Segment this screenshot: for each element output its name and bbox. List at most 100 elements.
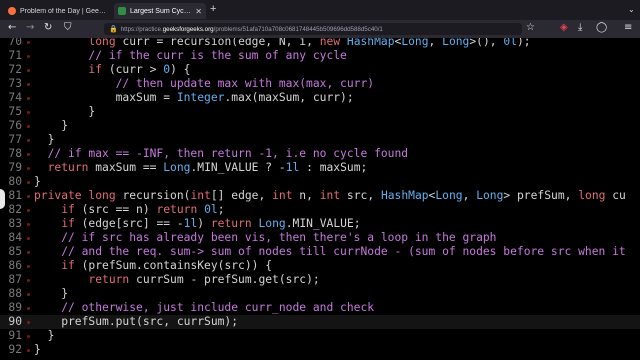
code-line[interactable]: 76 } [0, 119, 640, 133]
code-line[interactable]: 83 if (edge[src] == -1l) return Long.MIN… [0, 217, 640, 231]
breakpoint-dot[interactable] [27, 321, 30, 324]
url-domain: geeksforgeeks.org [162, 25, 214, 33]
close-tab-icon[interactable]: ✕ [195, 7, 202, 16]
navigation-bar: ← → ↻ ⛉ 🔒 https://practice. geeksforgeeks… [0, 20, 640, 38]
code-line[interactable]: 71 // if the curr is the sum of any cycl… [0, 49, 640, 63]
fold-marker [0, 189, 5, 209]
menu-icon[interactable]: ≡ [624, 22, 632, 33]
code-line[interactable]: 80} [0, 175, 640, 189]
code-line[interactable]: 84 // if src has already been vis, then … [0, 231, 640, 245]
breakpoint-dot[interactable] [27, 97, 30, 100]
tab-title: Largest Sum Cycle | Practice | G... [130, 7, 191, 15]
tab-largest-sum-cycle[interactable]: Largest Sum Cycle | Practice | G... ✕ [114, 3, 206, 19]
breakpoint-dot[interactable] [27, 237, 30, 240]
code-text: } [34, 133, 55, 146]
breakpoint-dot[interactable] [27, 251, 30, 254]
code-line[interactable]: 91 } [0, 329, 640, 343]
account-icon[interactable]: ◯ [596, 22, 607, 33]
tab-problem-of-the-day[interactable]: Problem of the Day | GeeksforGeeks [4, 3, 110, 19]
code-text: private long recursion(int[] edge, int n… [34, 189, 626, 202]
back-icon[interactable]: ← [8, 22, 16, 33]
code-text: if (src == n) return 0l; [61, 203, 225, 216]
code-line[interactable]: 79 return maxSum == Long.MIN_VALUE ? -1l… [0, 161, 640, 175]
code-line[interactable]: 75 } [0, 105, 640, 119]
reload-icon[interactable]: ↻ [44, 22, 52, 33]
breakpoint-dot[interactable] [27, 335, 30, 338]
breakpoint-dot[interactable] [27, 167, 30, 170]
code-text: return maxSum == Long.MIN_VALUE ? -1l : … [47, 161, 368, 174]
download-icon[interactable]: ⤓ [578, 22, 582, 33]
breakpoint-dot[interactable] [27, 279, 30, 282]
breakpoint-dot[interactable] [27, 41, 30, 44]
code-line[interactable]: 87 return currSum - prefSum.get(src); [0, 273, 640, 287]
breakpoint-dot[interactable] [27, 69, 30, 72]
code-line[interactable]: 70 long curr = recursion(edge, N, i, new… [0, 38, 640, 49]
breakpoint-dot[interactable] [27, 139, 30, 142]
bookmark-star-icon[interactable]: ☆ [526, 22, 535, 33]
code-text: } [34, 119, 69, 132]
line-number: 79 [8, 161, 22, 174]
code-text: // otherwise, just include curr_node and… [34, 301, 375, 314]
line-number: 78 [8, 147, 22, 160]
line-number: 88 [8, 287, 22, 300]
breakpoint-dot[interactable] [27, 293, 30, 296]
firefox-icon [8, 7, 16, 15]
code-line[interactable]: 74 maxSum = Integer.max(maxSum, curr); [0, 91, 640, 105]
pocket-icon[interactable]: ◈ [560, 22, 568, 33]
code-line[interactable]: 92} [0, 343, 640, 357]
tab-bar: Problem of the Day | GeeksforGeeks Large… [0, 0, 640, 20]
forward-icon[interactable]: → [26, 22, 34, 33]
new-tab-button[interactable]: + [210, 3, 216, 15]
breakpoint-dot[interactable] [27, 111, 30, 114]
code-text: } [34, 105, 96, 118]
line-number: 85 [8, 245, 22, 258]
line-number: 91 [8, 329, 22, 342]
url-path: /problems/51afa710a708c0681748445b509696… [213, 25, 383, 33]
tab-list-chevron-icon[interactable]: ⌄ [628, 5, 635, 14]
code-text: maxSum = Integer.max(maxSum, curr); [34, 91, 354, 104]
code-line[interactable]: 88 } [0, 287, 640, 301]
geeksforgeeks-icon [118, 7, 126, 15]
line-number: 70 [8, 38, 22, 48]
code-text: // if max == -INF, then return -1, i.e n… [34, 147, 409, 160]
code-text: if (edge[src] == -1l) return Long.MIN_VA… [61, 217, 361, 230]
line-number: 74 [8, 91, 22, 104]
line-number: 90 [8, 315, 22, 328]
breakpoint-dot[interactable] [27, 55, 30, 58]
line-number: 71 [8, 49, 22, 62]
breakpoint-dot[interactable] [27, 153, 30, 156]
line-number: 86 [8, 259, 22, 272]
code-text: } [34, 287, 69, 300]
breakpoint-dot[interactable] [27, 307, 30, 310]
line-number: 80 [8, 175, 22, 188]
line-number: 73 [8, 77, 22, 90]
tab-title: Problem of the Day | GeeksforGeeks [20, 7, 106, 15]
breakpoint-dot[interactable] [27, 349, 30, 352]
code-text: prefSum.put(src, currSum); [34, 315, 239, 328]
code-line[interactable]: 82 if (src == n) return 0l; [0, 203, 640, 217]
url-prefix: https://practice. [120, 25, 163, 33]
breakpoint-dot[interactable] [27, 181, 30, 184]
code-line[interactable]: 81 private long recursion(int[] edge, int… [0, 189, 640, 203]
code-line[interactable]: 73 // then update max with max(max, curr… [0, 77, 640, 91]
code-line[interactable]: 72 if (curr > 0) { [0, 63, 640, 77]
shield-icon[interactable]: ⛉ [64, 22, 72, 33]
breakpoint-dot[interactable] [27, 195, 30, 198]
code-line[interactable]: 89 // otherwise, just include curr_node … [0, 301, 640, 315]
line-number: 83 [8, 217, 22, 230]
code-editor[interactable]: 70 long curr = recursion(edge, N, i, new… [0, 38, 640, 360]
code-line[interactable]: 78 // if max == -INF, then return -1, i.… [0, 147, 640, 161]
code-text: } [34, 329, 55, 342]
breakpoint-dot[interactable] [27, 209, 30, 212]
url-bar[interactable]: 🔒 https://practice. geeksforgeeks.org/pro… [104, 23, 522, 35]
line-number: 72 [8, 63, 22, 76]
code-line[interactable]: 77 } [0, 133, 640, 147]
breakpoint-dot[interactable] [27, 83, 30, 86]
code-line[interactable]: 85 // and the req. sum-> sum of nodes ti… [0, 245, 640, 259]
breakpoint-dot[interactable] [27, 125, 30, 128]
line-number: 77 [8, 133, 22, 146]
code-line[interactable]: 86 if (prefSum.containsKey(src)) { [0, 259, 640, 273]
code-line[interactable]: 90 prefSum.put(src, currSum); [0, 315, 640, 329]
breakpoint-dot[interactable] [27, 265, 30, 268]
breakpoint-dot[interactable] [27, 223, 30, 226]
